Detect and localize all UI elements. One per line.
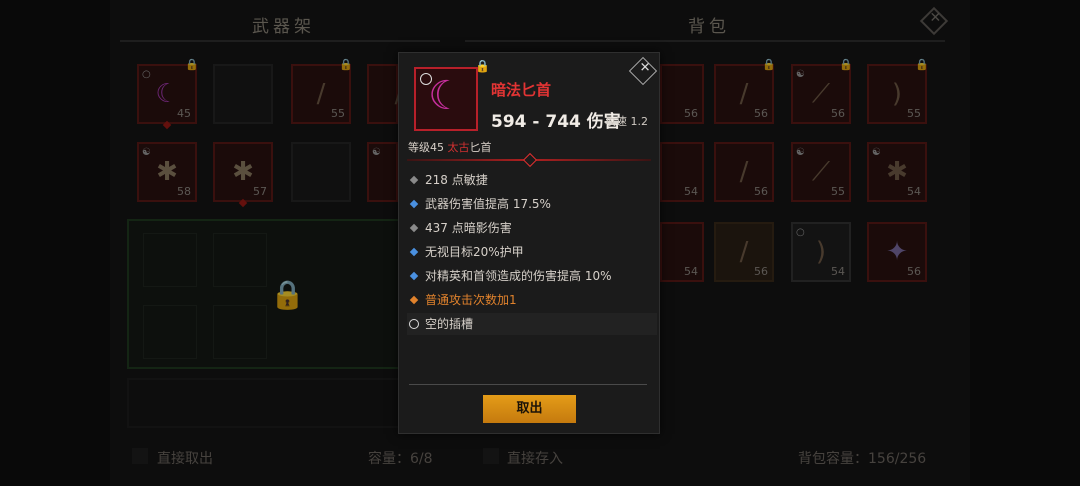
lock-icon[interactable]: 🔒	[475, 59, 490, 73]
stat-line: 218 点敏捷	[407, 169, 657, 191]
stat-line: 437 点暗影伤害	[407, 217, 657, 239]
divider-diamond	[522, 152, 538, 168]
stat-line: 普通攻击次数加1	[407, 289, 657, 311]
purple-dagger-icon: ☾	[428, 73, 464, 119]
stat-bullet-icon	[409, 199, 419, 209]
stat-bullet-icon	[409, 223, 419, 233]
item-icon: ☾	[414, 67, 478, 131]
close-icon: ✕	[639, 60, 651, 76]
item-tooltip: ☾ 🔒 暗法匕首 594 - 744 伤害 攻速 1.2 ✕ 等级45 太古匕首…	[398, 52, 660, 434]
stat-bullet-icon	[409, 175, 419, 185]
stat-line: 武器伤害值提高 17.5%	[407, 193, 657, 215]
attack-speed: 攻速 1.2	[605, 115, 648, 128]
stat-bullet-icon	[409, 295, 419, 305]
divider	[409, 384, 647, 385]
socket-ring-icon	[409, 319, 419, 329]
item-damage: 594 - 744 伤害	[491, 112, 621, 132]
item-level: 等级45	[408, 141, 448, 154]
item-level-line: 等级45 太古匕首	[408, 139, 492, 155]
take-out-button[interactable]: 取出	[483, 395, 576, 423]
stat-line: 无视目标20%护甲	[407, 241, 657, 263]
item-type: 匕首	[469, 141, 492, 154]
empty-socket: 空的插槽	[407, 313, 657, 335]
item-rarity: 太古	[447, 141, 470, 154]
tooltip-close-button[interactable]: ✕	[628, 56, 658, 86]
stat-line: 对精英和首领造成的伤害提高 10%	[407, 265, 657, 287]
stat-bullet-icon	[409, 271, 419, 281]
stat-bullet-icon	[409, 247, 419, 257]
item-name: 暗法匕首	[491, 81, 552, 99]
